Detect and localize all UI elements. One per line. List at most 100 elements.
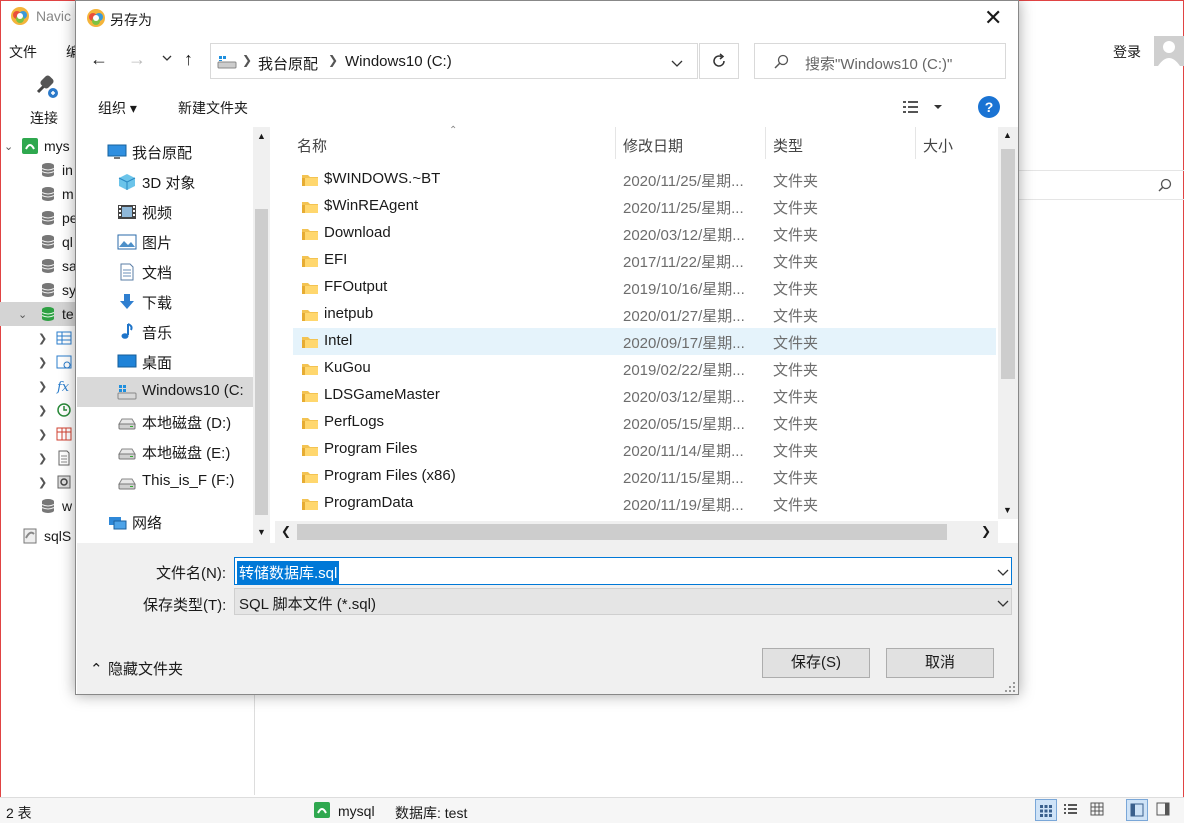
- chevron-right-icon[interactable]: ❯: [38, 356, 47, 369]
- filetype-select[interactable]: SQL 脚本文件 (*.sql): [234, 588, 1012, 615]
- new-folder-button[interactable]: 新建文件夹: [178, 98, 248, 118]
- chevron-down-icon[interactable]: ▼: [1003, 505, 1012, 515]
- filename-input[interactable]: 转储数据库.sql: [234, 557, 1012, 585]
- file-row[interactable]: $WINDOWS.~BT 2020/11/25/星期... 文件夹: [293, 166, 996, 193]
- nav-item[interactable]: 图片: [77, 227, 253, 257]
- nav-item[interactable]: 视频: [77, 197, 253, 227]
- list-view-button[interactable]: [1060, 799, 1082, 821]
- up-button[interactable]: ↑: [184, 49, 193, 70]
- tree-item[interactable]: ❯: [0, 350, 76, 374]
- file-row[interactable]: inetpub 2020/01/27/星期... 文件夹: [293, 301, 996, 328]
- scrollbar-thumb[interactable]: [297, 524, 947, 540]
- tree-item[interactable]: ql: [0, 230, 76, 254]
- nav-item[interactable]: 文档: [77, 257, 253, 287]
- tree-item[interactable]: ⌄ mys: [0, 134, 76, 158]
- tree-item[interactable]: sqlS: [0, 524, 76, 548]
- tree-item[interactable]: sy: [0, 278, 76, 302]
- file-row[interactable]: LDSGameMaster 2020/03/12/星期... 文件夹: [293, 382, 996, 409]
- chevron-right-icon[interactable]: ❯: [38, 476, 47, 489]
- nav-item[interactable]: Windows10 (C:: [77, 377, 253, 407]
- tree-item[interactable]: ❯ fx: [0, 374, 76, 398]
- file-row[interactable]: PerfLogs 2020/05/15/星期... 文件夹: [293, 409, 996, 436]
- breadcrumb-this-pc[interactable]: 我台原配: [258, 53, 318, 74]
- chevron-up-icon[interactable]: ▲: [257, 131, 266, 141]
- nav-item[interactable]: 3D 对象: [77, 167, 253, 197]
- resize-grip-icon[interactable]: [1004, 681, 1016, 693]
- tree-item[interactable]: ❯: [0, 446, 76, 470]
- column-divider[interactable]: [615, 127, 616, 159]
- tree-item[interactable]: pe: [0, 206, 78, 230]
- chevron-right-icon[interactable]: ❯: [38, 404, 47, 417]
- file-list-horizontal-scrollbar[interactable]: ❮ ❯: [275, 521, 998, 543]
- file-row[interactable]: Intel 2020/09/17/星期... 文件夹: [293, 328, 996, 355]
- help-button[interactable]: ?: [978, 96, 1000, 118]
- recent-locations-button[interactable]: [162, 53, 172, 63]
- nav-item[interactable]: 本地磁盘 (D:): [77, 407, 253, 437]
- chevron-right-icon[interactable]: ❯: [38, 428, 47, 441]
- file-row[interactable]: Program Files 2020/11/14/星期... 文件夹: [293, 436, 996, 463]
- search-icon[interactable]: [1158, 178, 1172, 192]
- scrollbar-thumb[interactable]: [1001, 149, 1015, 379]
- nav-item[interactable]: 本地磁盘 (E:): [77, 437, 253, 467]
- refresh-button[interactable]: [699, 43, 739, 79]
- toggle-left-panel-button[interactable]: [1126, 799, 1148, 821]
- search-input[interactable]: 搜索"Windows10 (C:)": [754, 43, 1006, 79]
- login-link[interactable]: 登录: [1113, 42, 1141, 62]
- tree-item[interactable]: ❯: [0, 422, 76, 446]
- save-button[interactable]: 保存(S): [762, 648, 870, 678]
- nav-item[interactable]: 我台原配: [77, 137, 253, 167]
- column-type[interactable]: 类型: [773, 135, 803, 156]
- chevron-down-icon[interactable]: ⌄: [4, 140, 13, 153]
- file-row[interactable]: ProgramData 2020/11/19/星期... 文件夹: [293, 490, 996, 517]
- back-button[interactable]: ←: [90, 49, 108, 70]
- chevron-up-icon[interactable]: ▲: [1003, 130, 1012, 140]
- file-row[interactable]: Program Files (x86) 2020/11/15/星期... 文件夹: [293, 463, 996, 490]
- column-date[interactable]: 修改日期: [623, 135, 683, 156]
- nav-item[interactable]: 下载: [77, 287, 253, 317]
- scrollbar-thumb[interactable]: [255, 209, 268, 515]
- avatar[interactable]: [1154, 36, 1184, 66]
- hide-folders-toggle[interactable]: ⌃ 隐藏文件夹: [90, 658, 183, 679]
- nav-item[interactable]: 桌面: [77, 347, 253, 377]
- chevron-right-icon[interactable]: ❯: [38, 380, 47, 393]
- grid-view-button[interactable]: [1035, 799, 1057, 821]
- filename-value[interactable]: 转储数据库.sql: [237, 561, 340, 584]
- navigation-scrollbar[interactable]: ▲ ▼: [253, 127, 270, 543]
- column-divider[interactable]: [765, 127, 766, 159]
- cancel-button[interactable]: 取消: [886, 648, 994, 678]
- column-divider[interactable]: [915, 127, 916, 159]
- tree-item[interactable]: sa: [0, 254, 77, 278]
- chevron-down-icon[interactable]: [671, 58, 683, 68]
- tree-item[interactable]: in: [0, 158, 76, 182]
- tree-item[interactable]: m: [0, 182, 76, 206]
- file-list-vertical-scrollbar[interactable]: ▲ ▼: [998, 127, 1018, 519]
- chevron-right-icon[interactable]: ❯: [38, 332, 47, 345]
- nav-item[interactable]: 网络: [77, 507, 253, 537]
- chevron-down-icon[interactable]: [997, 598, 1009, 608]
- chevron-down-icon[interactable]: ▼: [257, 527, 266, 537]
- chevron-right-icon[interactable]: ❯: [981, 524, 991, 538]
- chevron-right-icon[interactable]: ❯: [38, 452, 47, 465]
- organize-menu-button[interactable]: 组织 ▾: [98, 98, 137, 118]
- change-view-button[interactable]: [901, 97, 945, 117]
- close-button[interactable]: ✕: [984, 7, 1002, 29]
- nav-item[interactable]: 音乐: [77, 317, 253, 347]
- file-row[interactable]: Download 2020/03/12/星期... 文件夹: [293, 220, 996, 247]
- tree-item[interactable]: ❯: [0, 326, 76, 350]
- tree-item[interactable]: ⌄ te: [0, 302, 76, 326]
- toggle-right-panel-button[interactable]: [1153, 799, 1175, 821]
- detail-view-button[interactable]: [1087, 799, 1109, 821]
- file-row[interactable]: $WinREAgent 2020/11/25/星期... 文件夹: [293, 193, 996, 220]
- forward-button[interactable]: →: [128, 49, 146, 70]
- column-size[interactable]: 大小: [923, 135, 953, 156]
- file-row[interactable]: KuGou 2019/02/22/星期... 文件夹: [293, 355, 996, 382]
- address-bar[interactable]: ❯ 我台原配 ❯ Windows10 (C:): [210, 43, 698, 79]
- tree-item[interactable]: ❯: [0, 398, 76, 422]
- tree-item[interactable]: ❯: [0, 470, 76, 494]
- chevron-left-icon[interactable]: ❮: [281, 524, 291, 538]
- chevron-down-icon[interactable]: ⌄: [18, 308, 27, 321]
- tree-item[interactable]: w: [0, 494, 76, 518]
- file-row[interactable]: FFOutput 2019/10/16/星期... 文件夹: [293, 274, 996, 301]
- chevron-down-icon[interactable]: [997, 567, 1009, 577]
- menu-file[interactable]: 文件: [9, 42, 37, 62]
